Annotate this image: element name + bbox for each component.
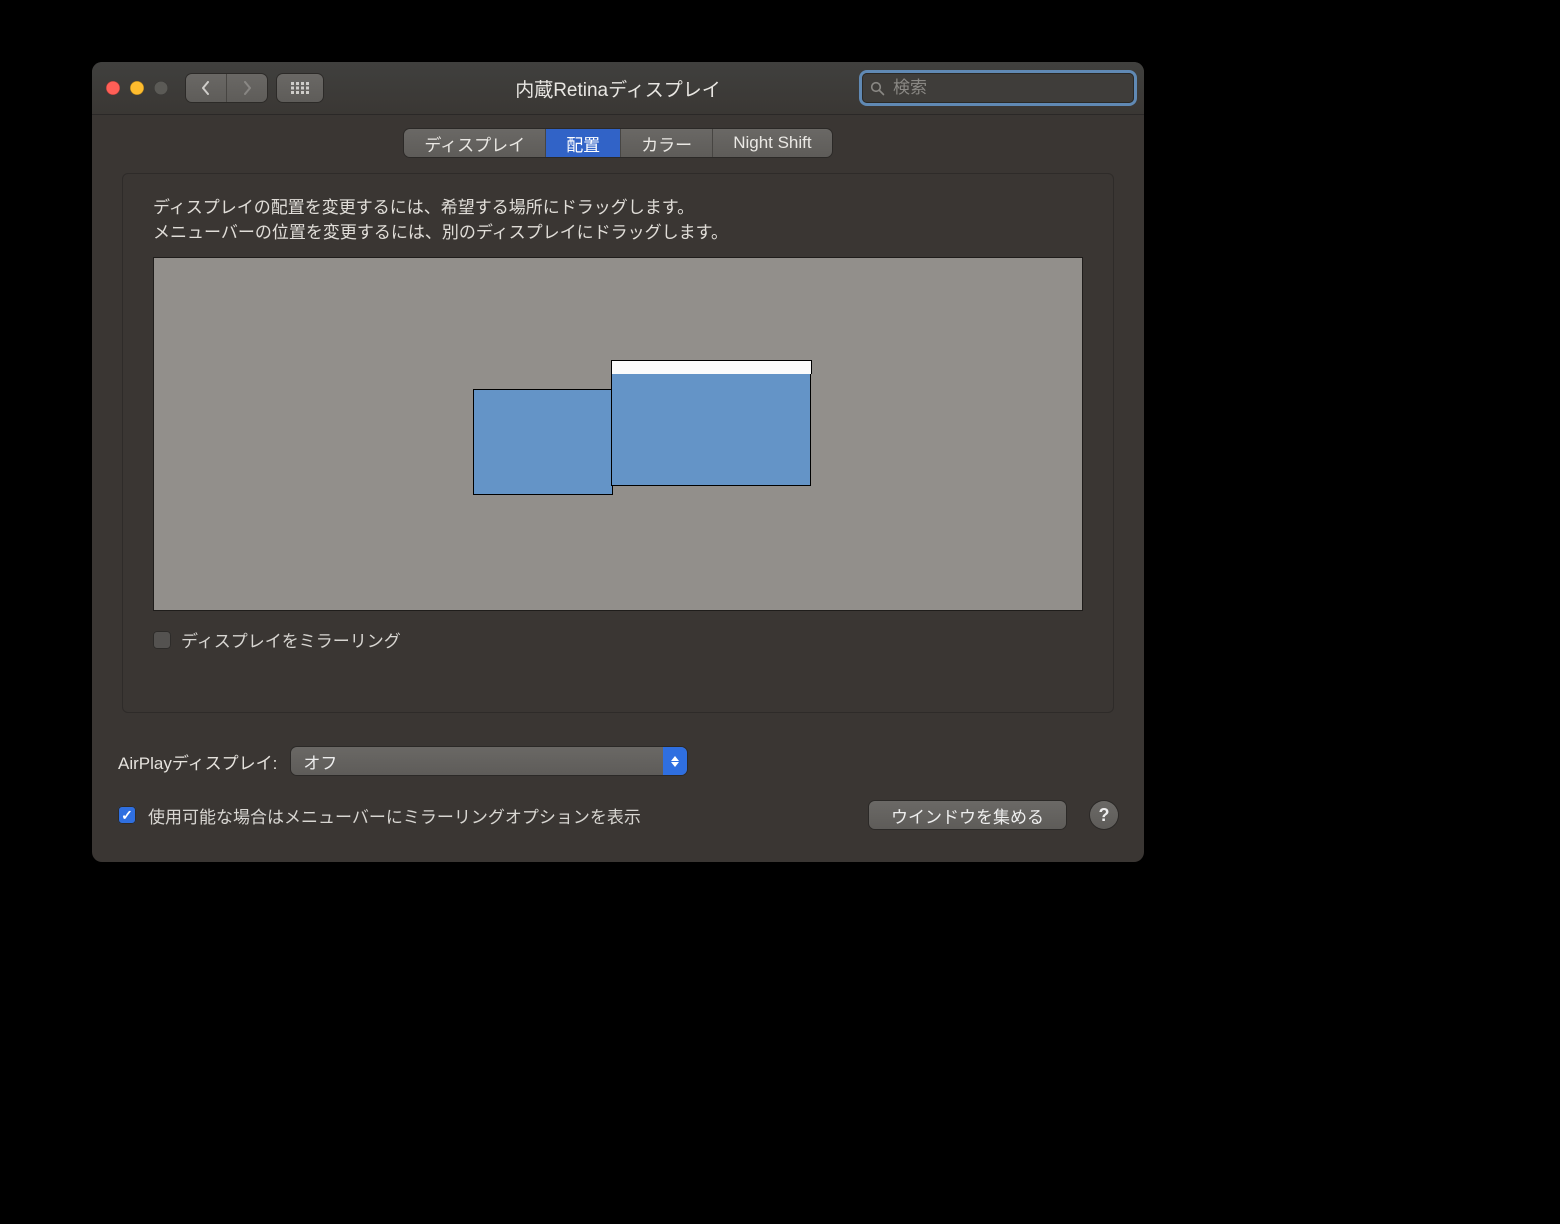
instructions-line-1: ディスプレイの配置を変更するには、希望する場所にドラッグします。 <box>153 196 1083 221</box>
show-mirroring-label: 使用可能な場合はメニューバーにミラーリングオプションを表示 <box>148 803 641 828</box>
display-primary[interactable] <box>611 372 811 486</box>
arrangement-canvas[interactable] <box>153 257 1083 611</box>
minimize-button[interactable] <box>130 81 144 95</box>
mirror-displays-checkbox[interactable] <box>153 631 171 649</box>
bottom-row: 使用可能な場合はメニューバーにミラーリングオプションを表示 ウインドウを集める … <box>118 801 1118 829</box>
search-field[interactable] <box>862 73 1134 103</box>
instructions: ディスプレイの配置を変更するには、希望する場所にドラッグします。 メニューバーの… <box>153 196 1083 245</box>
grid-icon <box>291 82 309 94</box>
arrangement-panel: ディスプレイの配置を変更するには、希望する場所にドラッグします。 メニューバーの… <box>122 173 1114 713</box>
nav-buttons <box>186 74 267 102</box>
show-all-button[interactable] <box>277 74 323 102</box>
popup-arrows-icon <box>663 747 687 775</box>
airplay-label: AirPlayディスプレイ: <box>118 749 277 774</box>
airplay-row: AirPlayディスプレイ: オフ <box>118 747 1118 775</box>
window-controls <box>106 81 168 95</box>
back-button[interactable] <box>186 74 226 102</box>
tab-display[interactable]: ディスプレイ <box>404 129 545 157</box>
mirror-row: ディスプレイをミラーリング <box>153 627 1083 652</box>
search-input[interactable] <box>891 77 1126 99</box>
search-icon <box>870 81 885 96</box>
preferences-window: 内蔵Retinaディスプレイ ディスプレイ 配置 カラー Night Shift… <box>92 62 1144 862</box>
chevron-left-icon <box>201 81 211 95</box>
close-button[interactable] <box>106 81 120 95</box>
tab-color[interactable]: カラー <box>620 129 712 157</box>
tab-arrangement[interactable]: 配置 <box>545 129 620 157</box>
help-button[interactable]: ? <box>1090 801 1118 829</box>
mirror-displays-label: ディスプレイをミラーリング <box>181 627 401 652</box>
zoom-button[interactable] <box>154 81 168 95</box>
titlebar: 内蔵Retinaディスプレイ <box>92 62 1144 115</box>
instructions-line-2: メニューバーの位置を変更するには、別のディスプレイにドラッグします。 <box>153 221 1083 246</box>
airplay-popup-value: オフ <box>303 749 337 774</box>
tab-night-shift[interactable]: Night Shift <box>712 129 831 157</box>
display-secondary[interactable] <box>473 389 613 495</box>
forward-button[interactable] <box>226 74 267 102</box>
menubar-indicator[interactable] <box>611 360 812 374</box>
airplay-popup[interactable]: オフ <box>291 747 687 775</box>
gather-windows-button[interactable]: ウインドウを集める <box>869 801 1066 829</box>
show-mirroring-checkbox[interactable] <box>118 806 136 824</box>
tab-strip: ディスプレイ 配置 カラー Night Shift <box>92 129 1144 157</box>
chevron-right-icon <box>242 81 252 95</box>
